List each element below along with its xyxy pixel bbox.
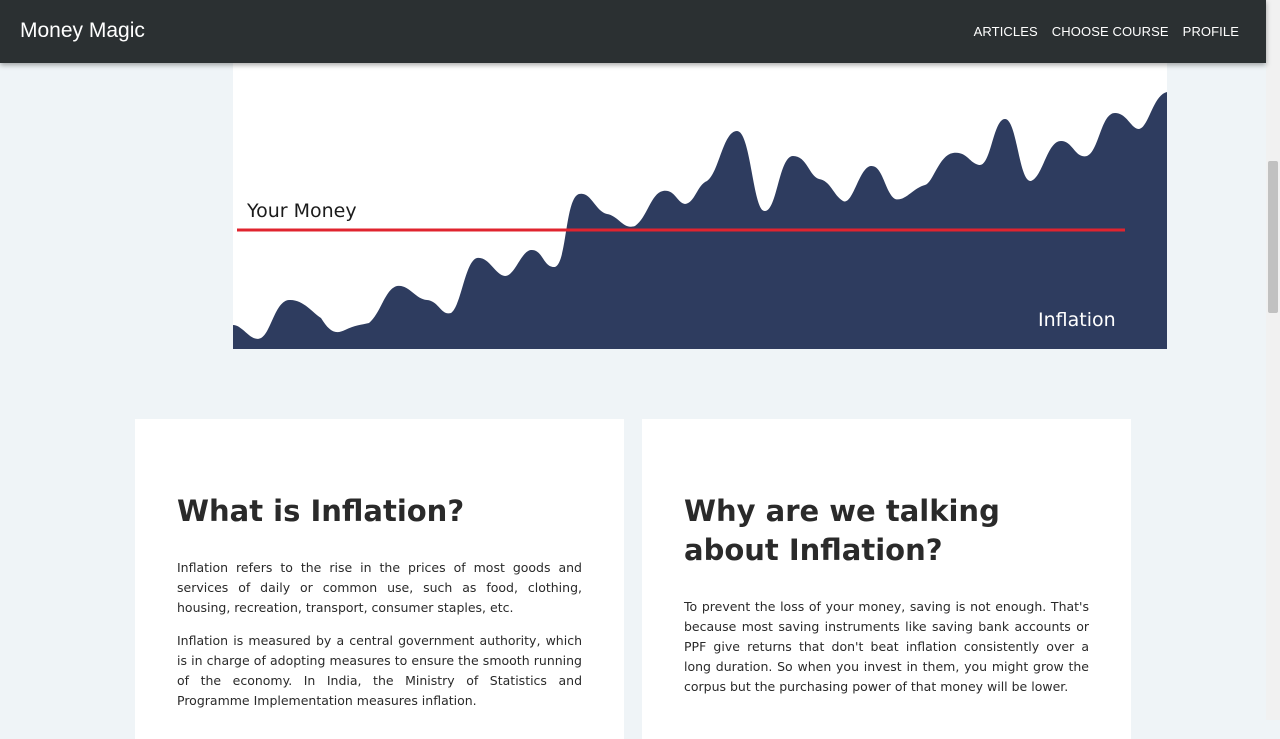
what-is-inflation-card: What is Inflation? Inflation refers to t…: [135, 419, 624, 739]
nav-articles[interactable]: ARTICLES: [974, 24, 1038, 39]
page-scrollbar[interactable]: [1266, 0, 1280, 720]
card-paragraph: To prevent the loss of your money, savin…: [684, 599, 1089, 694]
your-money-label: Your Money: [247, 200, 357, 222]
card-title: Why are we talking about Inflation?: [684, 494, 1000, 567]
top-navbar: Money Magic ARTICLES CHOOSE COURSE PROFI…: [0, 0, 1266, 63]
why-talk-inflation-card: Why are we talking about Inflation? To p…: [642, 419, 1131, 739]
nav-choose-course[interactable]: CHOOSE COURSE: [1052, 24, 1169, 39]
inflation-label: Inflation: [1038, 309, 1116, 331]
card-paragraph: Inflation refers to the rise in the pric…: [177, 560, 582, 615]
card-title: What is Inflation?: [177, 494, 465, 528]
brand-logo[interactable]: Money Magic: [20, 19, 145, 43]
inflation-illustration: Your Money Inflation: [233, 63, 1167, 349]
nav-links: ARTICLES CHOOSE COURSE PROFILE: [974, 24, 1239, 39]
inflation-graphic: [233, 92, 1167, 349]
scrollbar-thumb[interactable]: [1268, 161, 1278, 313]
card-paragraph: Inflation is measured by a central gover…: [177, 633, 582, 708]
inflation-area: [233, 92, 1167, 349]
nav-profile[interactable]: PROFILE: [1183, 24, 1239, 39]
